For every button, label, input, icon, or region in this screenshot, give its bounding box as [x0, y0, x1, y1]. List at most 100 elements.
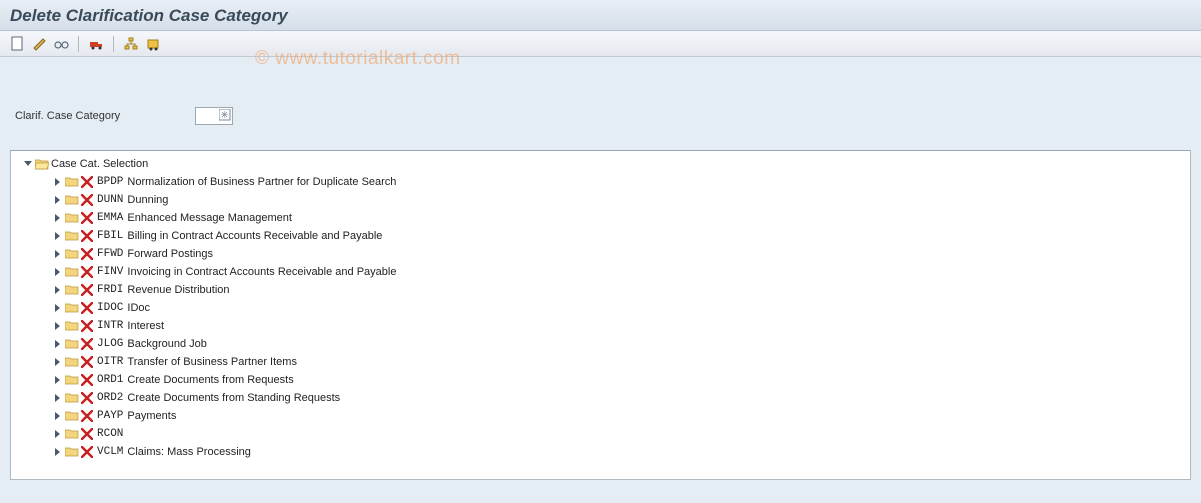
tree-item-code: FFWD — [97, 245, 123, 263]
chevron-down-icon[interactable] — [23, 159, 33, 169]
pencil-icon — [32, 36, 47, 51]
folder-icon — [65, 428, 79, 440]
hierarchy-icon — [124, 37, 138, 51]
tree-item[interactable]: OITRTransfer of Business Partner Items — [23, 353, 1190, 371]
tree-item[interactable]: DUNNDunning — [23, 191, 1190, 209]
tree-item-text: Transfer of Business Partner Items — [127, 353, 297, 371]
folder-icon — [65, 248, 79, 260]
title-text: Delete Clarification Case Category — [10, 6, 288, 25]
tree-item-text: Create Documents from Requests — [127, 371, 293, 389]
chevron-right-icon[interactable] — [53, 231, 63, 241]
delete-x-icon — [81, 302, 93, 314]
tree-item[interactable]: INTRInterest — [23, 317, 1190, 335]
tree-item[interactable]: EMMAEnhanced Message Management — [23, 209, 1190, 227]
chevron-right-icon[interactable] — [53, 429, 63, 439]
delete-x-icon — [81, 266, 93, 278]
folder-icon — [65, 230, 79, 242]
tree-item-text: Claims: Mass Processing — [127, 443, 250, 461]
chevron-right-icon[interactable] — [53, 303, 63, 313]
tree-item[interactable]: ORD1Create Documents from Requests — [23, 371, 1190, 389]
chevron-right-icon[interactable] — [53, 447, 63, 457]
delete-x-icon — [81, 284, 93, 296]
transport-button[interactable] — [87, 35, 105, 53]
tree-item-text: Forward Postings — [127, 245, 213, 263]
folder-open-icon — [35, 158, 49, 170]
folder-icon — [65, 284, 79, 296]
tree-item-code: FINV — [97, 263, 123, 281]
chevron-right-icon[interactable] — [53, 339, 63, 349]
tree-item-code: DUNN — [97, 191, 123, 209]
chevron-right-icon[interactable] — [53, 267, 63, 277]
chevron-right-icon[interactable] — [53, 249, 63, 259]
tree-item[interactable]: PAYPPayments — [23, 407, 1190, 425]
tree-item-code: JLOG — [97, 335, 123, 353]
delete-x-icon — [81, 410, 93, 422]
tree-item[interactable]: FRDIRevenue Distribution — [23, 281, 1190, 299]
folder-icon — [65, 266, 79, 278]
tree-item-code: OITR — [97, 353, 123, 371]
chevron-right-icon[interactable] — [53, 375, 63, 385]
tree-item-text: Revenue Distribution — [127, 281, 229, 299]
delete-x-icon — [81, 374, 93, 386]
new-button[interactable] — [8, 35, 26, 53]
tree-item[interactable]: FINVInvoicing in Contract Accounts Recei… — [23, 263, 1190, 281]
toolbar-separator — [78, 36, 79, 52]
folder-icon — [65, 176, 79, 188]
hierarchy-button[interactable] — [122, 35, 140, 53]
tree-item-code: FBIL — [97, 227, 123, 245]
display-button[interactable] — [52, 35, 70, 53]
tree-item[interactable]: FFWDForward Postings — [23, 245, 1190, 263]
tree-item[interactable]: JLOGBackground Job — [23, 335, 1190, 353]
delete-x-icon — [81, 320, 93, 332]
edit-button[interactable] — [30, 35, 48, 53]
transport-icon — [146, 37, 160, 51]
delete-x-icon — [81, 230, 93, 242]
chevron-right-icon[interactable] — [53, 177, 63, 187]
tree-item-text: Background Job — [127, 335, 207, 353]
tree-item-text: Billing in Contract Accounts Receivable … — [127, 227, 382, 245]
content-area: Clarif. Case Category Case Cat. Selectio… — [0, 57, 1201, 503]
tree-item[interactable]: IDOCIDoc — [23, 299, 1190, 317]
folder-icon — [65, 446, 79, 458]
tree-item-code: EMMA — [97, 209, 123, 227]
page-title: Delete Clarification Case Category — [0, 0, 1201, 31]
chevron-right-icon[interactable] — [53, 393, 63, 403]
tree-item-code: IDOC — [97, 299, 123, 317]
tree-container: Case Cat. Selection BPDPNormalization of… — [10, 150, 1191, 480]
delete-x-icon — [81, 338, 93, 350]
delete-x-icon — [81, 194, 93, 206]
tree-item[interactable]: ORD2Create Documents from Standing Reque… — [23, 389, 1190, 407]
delete-x-icon — [81, 428, 93, 440]
tree-item-text: Dunning — [127, 191, 168, 209]
folder-icon — [65, 212, 79, 224]
tree-item-code: ORD2 — [97, 389, 123, 407]
chevron-right-icon[interactable] — [53, 213, 63, 223]
delete-x-icon — [81, 446, 93, 458]
toolbar-separator — [113, 36, 114, 52]
tree-item-code: BPDP — [97, 173, 123, 191]
folder-icon — [65, 338, 79, 350]
field-label: Clarif. Case Category — [15, 110, 175, 122]
delete-x-icon — [81, 392, 93, 404]
chevron-right-icon[interactable] — [53, 195, 63, 205]
chevron-right-icon[interactable] — [53, 285, 63, 295]
toolbar — [0, 31, 1201, 57]
tree-root-node[interactable]: Case Cat. Selection — [23, 155, 1190, 173]
tree-item[interactable]: VCLMClaims: Mass Processing — [23, 443, 1190, 461]
chevron-right-icon[interactable] — [53, 321, 63, 331]
glasses-icon — [53, 36, 69, 51]
tree-item[interactable]: FBILBilling in Contract Accounts Receiva… — [23, 227, 1190, 245]
case-category-input[interactable] — [195, 107, 233, 125]
transport2-button[interactable] — [144, 35, 162, 53]
document-icon — [10, 36, 24, 51]
tree-item-code: PAYP — [97, 407, 123, 425]
folder-icon — [65, 356, 79, 368]
tree-item[interactable]: RCON — [23, 425, 1190, 443]
chevron-right-icon[interactable] — [53, 411, 63, 421]
tree-item-text: Payments — [127, 407, 176, 425]
tree-item[interactable]: BPDPNormalization of Business Partner fo… — [23, 173, 1190, 191]
tree-item-code: INTR — [97, 317, 123, 335]
folder-icon — [65, 302, 79, 314]
chevron-right-icon[interactable] — [53, 357, 63, 367]
folder-icon — [65, 410, 79, 422]
